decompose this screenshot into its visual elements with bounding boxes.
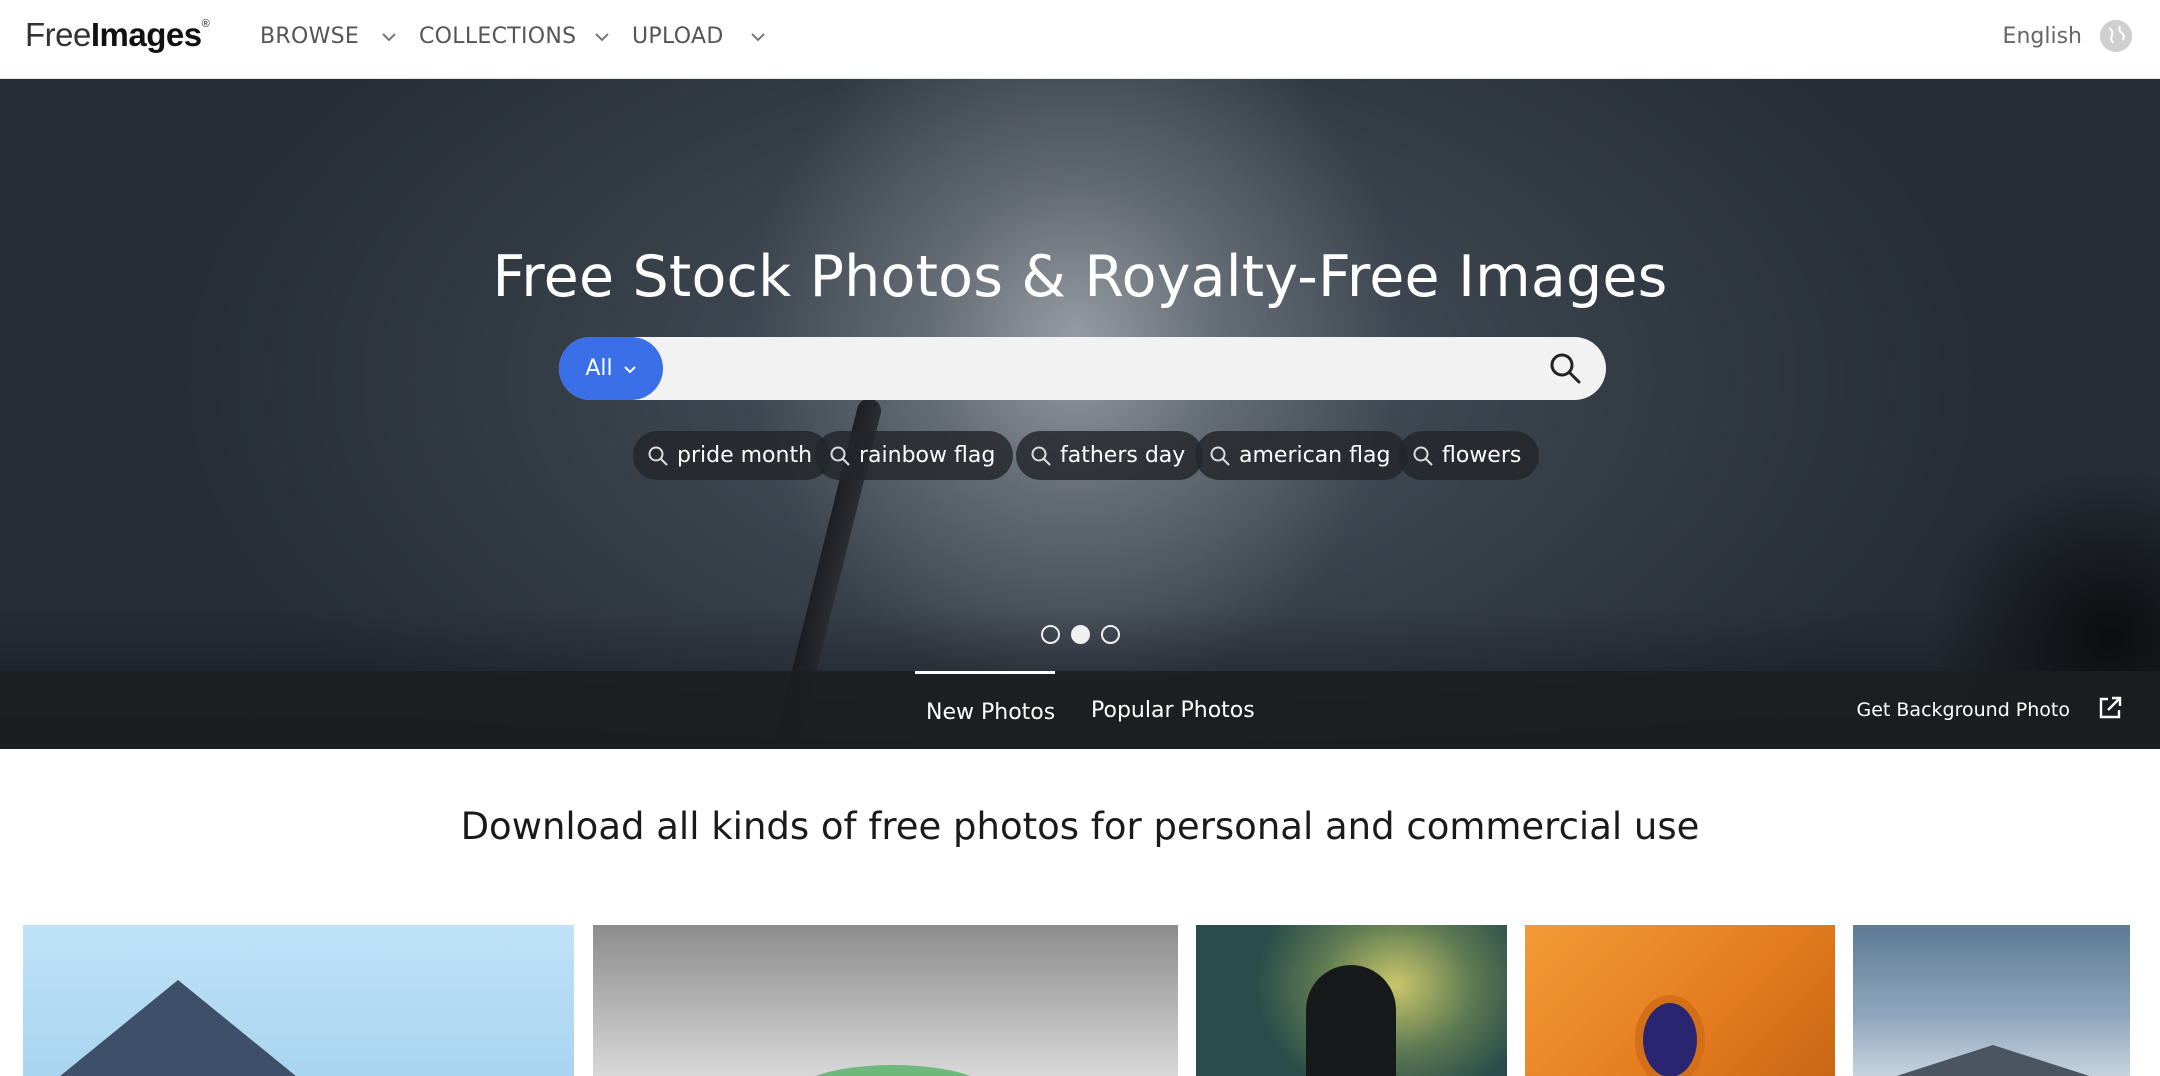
search-icon <box>1210 446 1230 466</box>
suggestion-chip[interactable]: flowers <box>1398 431 1540 480</box>
chevron-down-icon[interactable] <box>592 27 612 47</box>
tab-popular-photos[interactable]: Popular Photos <box>1091 671 1255 749</box>
tab-new-photos[interactable]: New Photos <box>926 673 1055 749</box>
chevron-down-icon <box>623 365 636 373</box>
language-selector[interactable]: English <box>2003 0 2082 73</box>
globe-icon[interactable] <box>2100 20 2132 52</box>
search-icon <box>1413 446 1433 466</box>
search-icon[interactable] <box>1548 351 1582 385</box>
nav-upload[interactable]: UPLOAD <box>632 0 724 73</box>
suggestion-chip[interactable]: american flag <box>1195 431 1409 480</box>
logo[interactable]: FreeImages® <box>25 16 210 56</box>
search-input[interactable] <box>679 345 1499 392</box>
search-suggestions: pride month rainbow flag fathers day ame… <box>0 431 2160 481</box>
nav-browse[interactable]: BROWSE <box>260 0 359 73</box>
suggestion-label: flowers <box>1442 443 1522 468</box>
nav-collections[interactable]: COLLECTIONS <box>419 0 576 73</box>
logo-text-free: Free <box>25 16 91 53</box>
photo-thumbnail[interactable] <box>23 925 574 1076</box>
get-background-photo-link[interactable]: Get Background Photo <box>1857 671 2071 749</box>
photo-content <box>1306 965 1396 1076</box>
chevron-down-icon[interactable] <box>748 27 768 47</box>
search-type-dropdown[interactable]: All <box>559 337 663 400</box>
search-icon <box>648 446 668 466</box>
search-bar: All <box>559 337 1606 400</box>
hero-banner: Free Stock Photos & Royalty-Free Images … <box>0 79 2160 749</box>
carousel-dot-active[interactable] <box>1071 625 1090 644</box>
photo-thumbnail[interactable] <box>593 925 1178 1076</box>
suggestion-label: american flag <box>1239 443 1391 468</box>
photo-content <box>793 1065 993 1076</box>
suggestion-label: pride month <box>677 443 813 468</box>
carousel-indicators <box>1041 625 1120 645</box>
search-type-label: All <box>585 356 613 381</box>
suggestion-label: fathers day <box>1060 443 1186 468</box>
photo-content <box>43 980 313 1076</box>
logo-text-images: Images <box>90 16 202 53</box>
photo-tabs-bar: New Photos Popular Photos Get Background… <box>0 671 2160 749</box>
photo-content <box>1853 1045 2130 1076</box>
suggestion-chip[interactable]: fathers day <box>1016 431 1204 480</box>
photo-thumbnail[interactable] <box>1525 925 1835 1076</box>
suggestion-chip[interactable]: rainbow flag <box>815 431 1014 480</box>
suggestion-label: rainbow flag <box>859 443 996 468</box>
external-link-icon[interactable] <box>2096 694 2124 722</box>
chevron-down-icon[interactable] <box>379 27 399 47</box>
section-title: Download all kinds of free photos for pe… <box>460 805 1700 848</box>
top-header: FreeImages® BROWSE COLLECTIONS UPLOAD En… <box>0 0 2160 79</box>
hero-title: Free Stock Photos & Royalty-Free Images <box>492 244 1668 310</box>
carousel-dot[interactable] <box>1101 625 1120 644</box>
photo-thumbnail[interactable] <box>1196 925 1507 1076</box>
search-icon <box>830 446 850 466</box>
search-icon <box>1031 446 1051 466</box>
logo-registered-mark: ® <box>201 18 210 30</box>
photo-thumbnail[interactable] <box>1853 925 2130 1076</box>
suggestion-chip[interactable]: pride month <box>633 431 831 480</box>
photo-content <box>1635 995 1705 1076</box>
carousel-dot[interactable] <box>1041 625 1060 644</box>
